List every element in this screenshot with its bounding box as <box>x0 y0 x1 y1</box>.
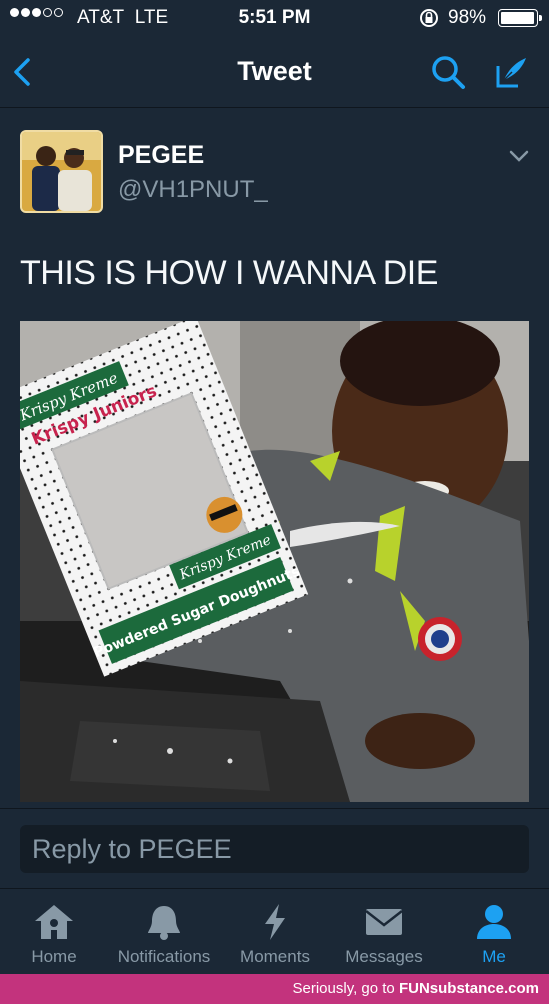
tab-label: Me <box>482 947 506 966</box>
watermark-brand: FUNsubstance.com <box>398 980 539 997</box>
tweet-text: THIS IS HOW I WANNA DIE <box>20 254 438 292</box>
tab-notifications[interactable]: Notifications <box>104 889 224 975</box>
compose-tweet-icon[interactable] <box>490 52 530 92</box>
battery-percent: 98% <box>448 7 487 28</box>
tab-moments[interactable]: Moments <box>230 889 320 975</box>
display-name[interactable]: PEGEE <box>118 141 204 170</box>
tweet-detail: PEGEE @VH1PNUT_ THIS IS HOW I WANNA DIE <box>0 108 549 808</box>
tab-label: Moments <box>240 947 310 966</box>
lightning-icon <box>265 904 285 940</box>
avatar[interactable] <box>20 130 103 213</box>
rotation-lock-icon <box>418 7 440 35</box>
tab-messages[interactable]: Messages <box>332 889 436 975</box>
tab-home[interactable]: Home <box>14 889 94 975</box>
tab-bar: Home Notifications Moments Messages Me <box>0 888 549 974</box>
envelope-icon <box>365 909 403 935</box>
reply-input[interactable] <box>20 825 529 873</box>
watermark-banner: Seriously, go to FUNsubstance.com <box>0 974 549 1004</box>
battery-icon <box>498 9 542 27</box>
user-handle[interactable]: @VH1PNUT_ <box>118 176 268 204</box>
watermark-text: Seriously, go to FUNsubstance.com <box>292 980 540 997</box>
bell-icon <box>148 906 180 940</box>
search-icon[interactable] <box>428 52 468 92</box>
tab-me[interactable]: Me <box>464 889 524 975</box>
reply-bar <box>0 808 549 888</box>
tab-label: Messages <box>345 947 423 966</box>
tab-label: Home <box>31 947 77 966</box>
home-icon <box>35 905 73 939</box>
tab-label: Notifications <box>117 947 211 966</box>
chevron-down-icon[interactable] <box>508 148 530 164</box>
person-icon <box>477 905 511 939</box>
nav-bar: Tweet <box>0 36 549 108</box>
tweet-photo[interactable]: Powdered Sugar Doughnuts Krispy Kreme Kr… <box>20 321 529 802</box>
status-bar: AT&T LTE 5:51 PM 98% <box>0 0 549 36</box>
